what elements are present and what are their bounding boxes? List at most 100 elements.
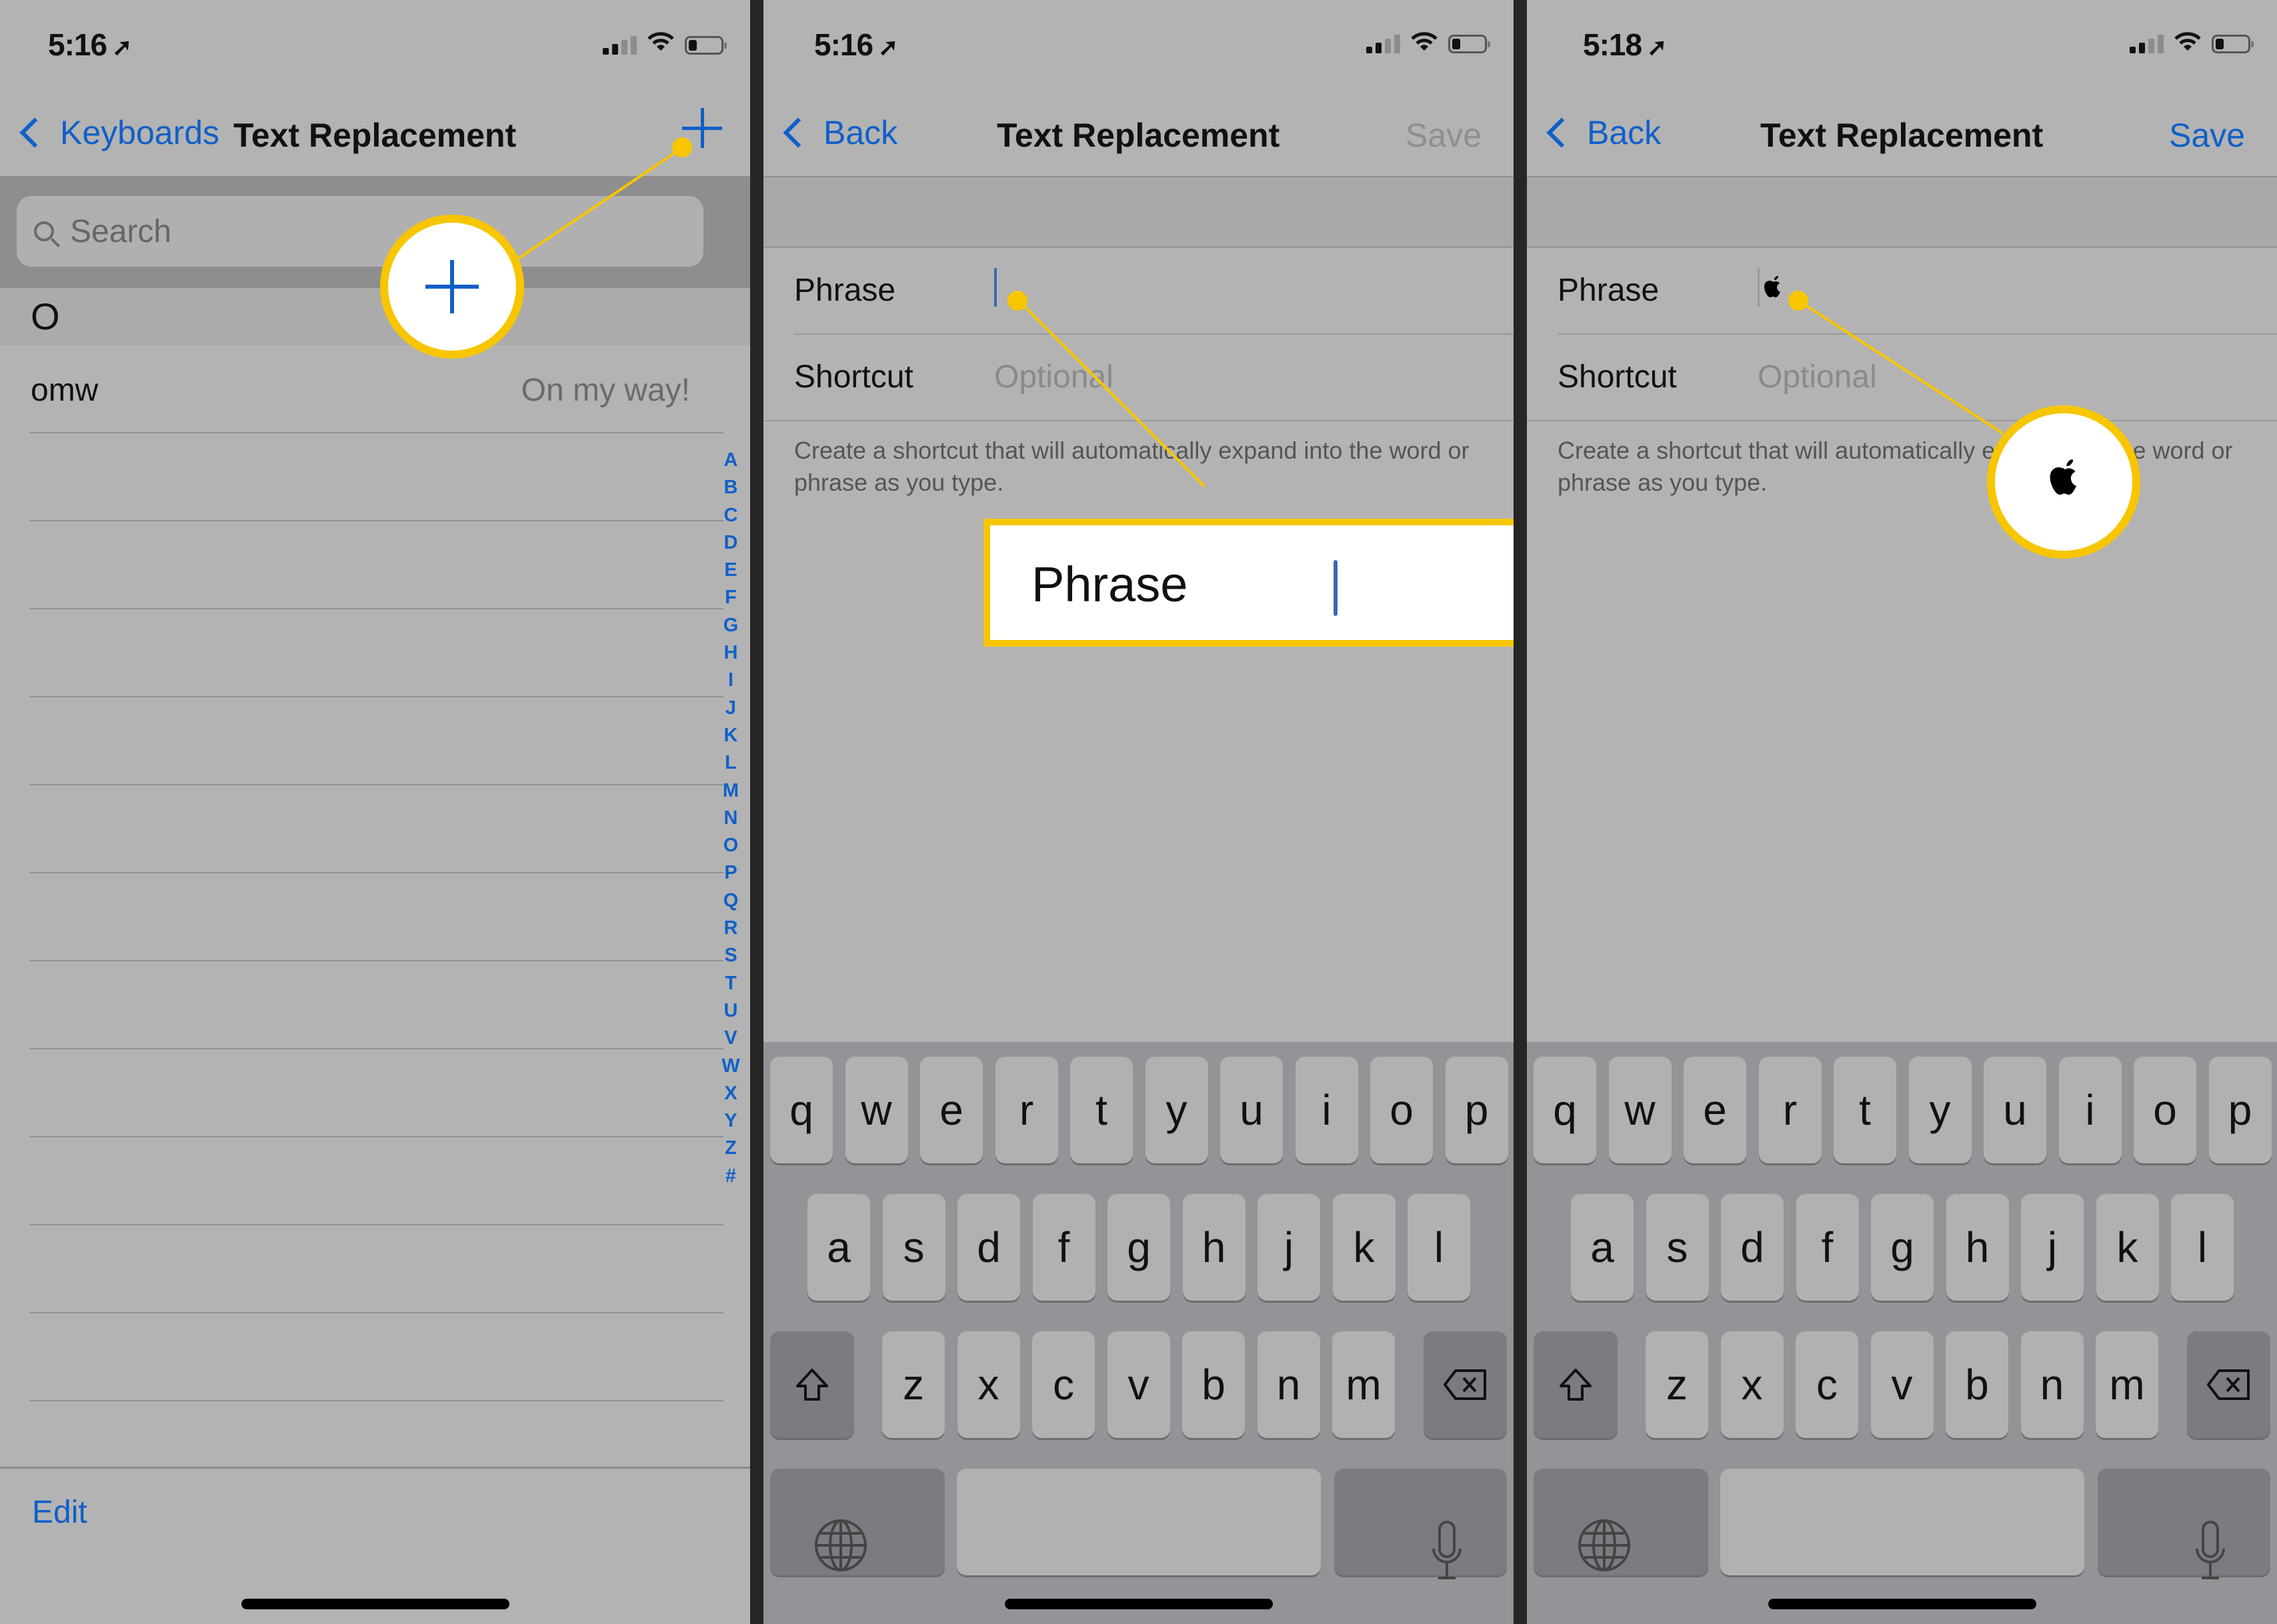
index-letter[interactable]: H — [724, 639, 738, 667]
key-z[interactable]: z — [1646, 1331, 1708, 1438]
key-l[interactable]: l — [1408, 1194, 1470, 1301]
index-letter[interactable]: L — [725, 749, 737, 777]
key-s[interactable]: s — [882, 1194, 945, 1301]
index-letter[interactable]: F — [725, 584, 737, 611]
delete-key[interactable] — [1424, 1331, 1507, 1438]
index-letter[interactable]: Z — [725, 1135, 737, 1162]
index-letter[interactable]: P — [724, 859, 737, 887]
key-y[interactable]: y — [1908, 1057, 1972, 1163]
index-letter[interactable]: S — [724, 942, 737, 969]
return-key[interactable] — [1334, 1469, 1507, 1575]
phrase-input[interactable] — [1762, 275, 1784, 305]
key-n[interactable]: n — [2020, 1331, 2084, 1438]
key-f[interactable]: f — [1032, 1194, 1095, 1301]
save-button[interactable]: Save — [1406, 116, 1482, 155]
key-v[interactable]: v — [1107, 1331, 1170, 1438]
phrase-row[interactable]: Phrase — [1527, 248, 2277, 335]
index-letter[interactable]: A — [724, 447, 738, 474]
phrase-row[interactable]: Phrase — [763, 248, 1514, 335]
home-indicator[interactable] — [241, 1599, 509, 1609]
section-index[interactable]: A B C D E F G H I J K L M N O P Q R S T U V W X Y Z # — [721, 447, 741, 1190]
microphone-icon[interactable] — [2194, 1519, 2227, 1587]
index-letter[interactable]: Y — [724, 1107, 737, 1135]
key-w[interactable]: w — [1608, 1057, 1672, 1163]
index-letter[interactable]: # — [725, 1163, 736, 1190]
index-letter[interactable]: U — [724, 997, 738, 1025]
key-k[interactable]: k — [2096, 1194, 2159, 1301]
index-letter[interactable]: Q — [723, 887, 739, 915]
index-letter[interactable]: V — [724, 1025, 737, 1052]
index-letter[interactable]: O — [723, 832, 739, 859]
key-l[interactable]: l — [2171, 1194, 2234, 1301]
key-b[interactable]: b — [1182, 1331, 1245, 1438]
key-f[interactable]: f — [1796, 1194, 1859, 1301]
key-n[interactable]: n — [1257, 1331, 1320, 1438]
shift-key[interactable] — [1534, 1331, 1618, 1438]
edit-button[interactable]: Edit — [32, 1494, 87, 1531]
key-i[interactable]: i — [1295, 1057, 1358, 1163]
shortcut-row[interactable]: Shortcut Optional — [763, 335, 1514, 421]
index-letter[interactable]: I — [728, 667, 733, 694]
shift-key[interactable] — [770, 1331, 854, 1438]
key-k[interactable]: k — [1332, 1194, 1396, 1301]
key-g[interactable]: g — [1871, 1194, 1934, 1301]
key-t[interactable]: t — [1834, 1057, 1896, 1163]
key-h[interactable]: h — [1182, 1194, 1246, 1301]
space-key[interactable] — [957, 1469, 1321, 1575]
home-indicator[interactable] — [1768, 1599, 2036, 1609]
key-p[interactable]: p — [2208, 1057, 2272, 1163]
key-i[interactable]: i — [2058, 1057, 2122, 1163]
key-w[interactable]: w — [845, 1057, 908, 1163]
search-input[interactable]: Search — [17, 196, 703, 267]
return-key[interactable] — [2098, 1469, 2270, 1575]
key-o[interactable]: o — [1370, 1057, 1433, 1163]
index-letter[interactable]: J — [725, 695, 736, 722]
shortcut-row[interactable]: Shortcut Optional — [1527, 335, 2277, 421]
back-button[interactable]: Keyboards — [16, 113, 219, 152]
back-button[interactable]: Back — [779, 113, 897, 152]
key-t[interactable]: t — [1070, 1057, 1133, 1163]
index-letter[interactable]: G — [723, 612, 739, 639]
delete-key[interactable] — [2187, 1331, 2270, 1438]
key-z[interactable]: z — [882, 1331, 945, 1438]
shortcut-input[interactable]: Optional — [1758, 359, 1877, 395]
key-a[interactable]: a — [807, 1194, 870, 1301]
index-letter[interactable]: B — [724, 474, 738, 501]
key-j[interactable]: j — [2021, 1194, 2084, 1301]
key-u[interactable]: u — [1220, 1057, 1283, 1163]
key-u[interactable]: u — [1984, 1057, 2046, 1163]
index-letter[interactable]: X — [724, 1080, 737, 1107]
key-d[interactable]: d — [957, 1194, 1020, 1301]
index-letter[interactable]: E — [724, 557, 737, 584]
index-letter[interactable]: M — [723, 777, 739, 805]
save-button[interactable]: Save — [2169, 116, 2245, 155]
key-m[interactable]: m — [1332, 1331, 1395, 1438]
space-key[interactable] — [1720, 1469, 2084, 1575]
key-s[interactable]: s — [1646, 1194, 1709, 1301]
globe-icon[interactable] — [813, 1517, 869, 1577]
key-e[interactable]: e — [920, 1057, 983, 1163]
index-letter[interactable]: R — [724, 915, 738, 942]
key-x[interactable]: x — [957, 1331, 1020, 1438]
key-p[interactable]: p — [1445, 1057, 1508, 1163]
key-m[interactable]: m — [2096, 1331, 2158, 1438]
key-c[interactable]: c — [1032, 1331, 1095, 1438]
key-q[interactable]: q — [1534, 1057, 1596, 1163]
index-letter[interactable]: K — [724, 722, 738, 749]
globe-icon[interactable] — [1576, 1517, 1632, 1577]
key-h[interactable]: h — [1946, 1194, 2009, 1301]
index-letter[interactable]: W — [721, 1053, 739, 1080]
index-letter[interactable]: T — [725, 970, 737, 997]
key-c[interactable]: c — [1796, 1331, 1858, 1438]
key-q[interactable]: q — [770, 1057, 833, 1163]
key-g[interactable]: g — [1107, 1194, 1170, 1301]
key-a[interactable]: a — [1571, 1194, 1634, 1301]
key-b[interactable]: b — [1946, 1331, 2008, 1438]
index-letter[interactable]: N — [724, 805, 738, 832]
key-r[interactable]: r — [995, 1057, 1058, 1163]
back-button[interactable]: Back — [1543, 113, 1661, 152]
home-indicator[interactable] — [1004, 1599, 1273, 1609]
key-o[interactable]: o — [2134, 1057, 2196, 1163]
key-y[interactable]: y — [1145, 1057, 1208, 1163]
key-d[interactable]: d — [1721, 1194, 1784, 1301]
